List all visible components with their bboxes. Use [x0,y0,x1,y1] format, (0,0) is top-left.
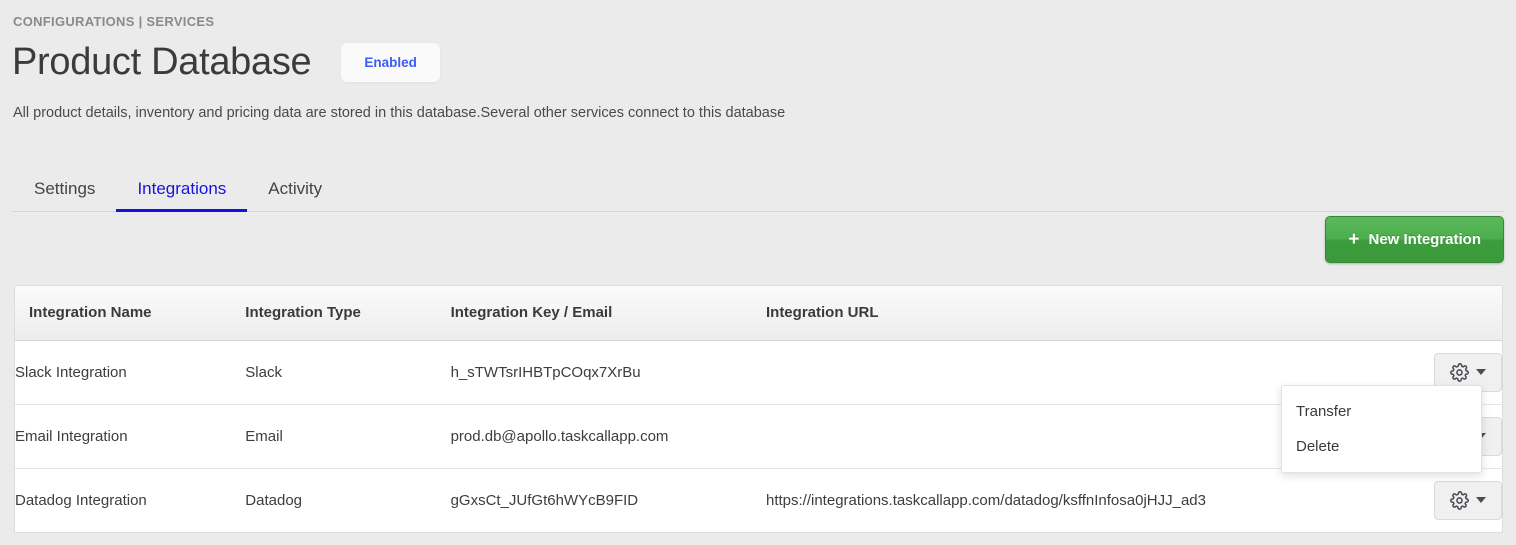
integration-name-link[interactable]: Datadog Integration [15,467,246,532]
integration-url-cell [765,403,1307,468]
integration-type-cell: Email [245,403,451,468]
table-row: Slack Integration Slack h_sTWTsrIHBTpCOq… [15,340,1502,404]
integrations-table-card: Integration Name Integration Type Integr… [14,285,1503,533]
integration-key-cell: prod.db@apollo.taskcallapp.com [450,403,766,468]
action-bar: + New Integration [1325,216,1504,263]
tab-settings[interactable]: Settings [12,179,116,212]
row-actions-cell [1306,467,1502,532]
integration-key-cell: h_sTWTsrIHBTpCOqx7XrBu [450,363,641,381]
integration-type-cell: Datadog [245,467,451,532]
column-header-actions [1306,286,1502,341]
integration-url-cell: https://integrations.taskcallapp.com/dat… [765,467,1307,532]
table-row: Email Integration Email prod.db@apollo.t… [15,403,1502,468]
chevron-down-icon [1476,497,1486,503]
integration-name-link[interactable]: Email Integration [15,403,246,468]
plus-icon: + [1348,229,1360,250]
status-badge: Enabled [341,43,440,83]
tab-activity[interactable]: Activity [247,179,343,212]
page-title: Product Database [12,41,312,83]
table-header: Integration Name Integration Type Integr… [15,286,1502,341]
integration-name-link[interactable]: Slack Integration [15,340,245,404]
chevron-down-icon [1476,369,1486,375]
gear-icon [1450,490,1469,510]
new-integration-button[interactable]: + New Integration [1325,216,1504,263]
column-header-integration-name: Integration Name [15,286,246,341]
table-header-row: Integration Name Integration Type Integr… [15,286,1502,341]
tab-integrations[interactable]: Integrations [116,179,248,212]
tab-bar: Settings Integrations Activity [12,172,1504,212]
column-header-integration-type: Integration Type [245,286,451,341]
integrations-table: Integration Name Integration Type Integr… [15,286,1502,532]
menu-item-transfer[interactable]: Transfer [1282,394,1481,429]
breadcrumb: CONFIGURATIONS | SERVICES [13,14,215,29]
integration-key-cell: gGxsCt_JUfGt6hWYcB9FID [450,467,766,532]
integration-url-cell [766,340,1307,404]
page-header: Product Database Enabled [12,41,440,84]
table-row: Datadog Integration Datadog gGxsCt_JUfGt… [15,467,1502,532]
column-header-integration-key: Integration Key / Email [450,286,766,341]
table-body: Slack Integration Slack h_sTWTsrIHBTpCOq… [15,340,1502,532]
new-integration-label: New Integration [1368,231,1481,248]
integration-type-cell: Slack [245,363,282,381]
row-actions-dropdown-menu: Transfer Delete [1281,385,1482,473]
row-actions-button[interactable] [1434,480,1502,520]
menu-item-delete[interactable]: Delete [1282,429,1481,464]
gear-icon [1450,362,1469,382]
column-header-integration-url: Integration URL [765,286,1307,341]
page-description: All product details, inventory and prici… [13,105,786,121]
